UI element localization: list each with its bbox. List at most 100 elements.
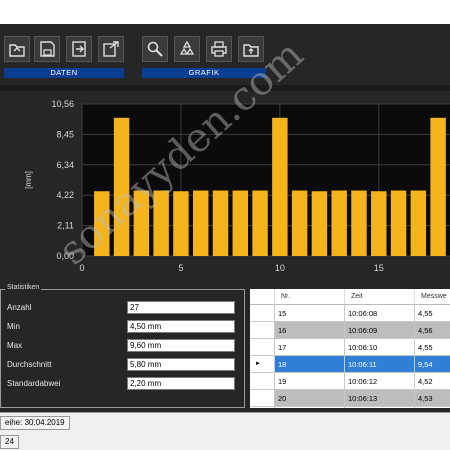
chart-panel: 0,00 2,11 4,22 6,34 8,45 10,56 0 5 10 15 [mm] [0,91,450,286]
save-icon [40,41,55,57]
cell-messwert: 4,52 [415,373,450,390]
y-tick-label: 10,56 [51,99,74,109]
stat-value-durchschnitt[interactable]: 5,80 mm [127,358,235,371]
cell-nr: 20 [275,390,345,407]
export-button[interactable] [66,36,92,62]
stat-value-anzahl[interactable]: 27 [127,301,235,314]
stat-label-anzahl: Anzahl [7,303,32,312]
bar [351,190,367,256]
stat-label-standardabweichung: Standardabwei [7,379,61,388]
bar [291,190,308,256]
stat-value-standardabweichung[interactable]: 2,20 mm [127,377,235,390]
x-tick-label: 0 [79,263,84,273]
print-button[interactable] [206,36,232,62]
measurement-chart: 0,00 2,11 4,22 6,34 8,45 10,56 0 5 10 15 [mm] [24,99,450,273]
open-file-icon [243,44,259,57]
zoom-icon [147,41,163,57]
table-row[interactable]: 19 10:06:12 4,52 [250,373,450,390]
bar [133,190,150,256]
cell-nr: 17 [275,339,345,356]
table-row[interactable]: 15 10:06:08 4,55 [250,305,450,322]
bar [331,190,347,256]
table-row[interactable]: 17 10:06:10 4,55 [250,339,450,356]
bar [371,191,387,256]
cell-nr: 16 [275,322,345,339]
x-tick-label: 15 [374,263,384,273]
y-tick-label: 0,00 [56,251,74,261]
printer-icon [211,41,227,57]
bottom-panel: Statistiken Anzahl 27 Min 4,50 mm Max 9,… [0,284,450,412]
statistics-group: Statistiken Anzahl 27 Min 4,50 mm Max 9,… [0,284,245,408]
y-tick-label: 6,34 [56,160,74,170]
row-indicator [250,339,275,356]
bar [390,190,407,256]
title-bar [0,0,450,25]
stat-label-durchschnitt: Durchschnitt [7,360,52,369]
table-row[interactable]: 16 10:06:09 4,56 [250,322,450,339]
cell-zeit: 10:06:09 [345,322,415,339]
cell-zeit: 10:06:11 [345,356,415,373]
stat-value-max[interactable]: 9,60 mm [127,339,235,352]
measurement-table[interactable]: Nr. Zeit Messwe 15 10:06:08 4,55 16 10:06:09… [250,289,450,408]
recycle-button[interactable] [174,36,200,62]
y-tick-label: 8,45 [56,129,74,139]
bar [252,190,268,256]
cell-nr: 15 [275,305,345,322]
row-indicator: ► [250,356,275,373]
cell-zeit: 10:06:13 [345,390,415,407]
group-label-daten: DATEN [4,68,124,78]
cell-messwert: 4,55 [415,339,450,356]
cell-nr: 19 [275,373,345,390]
toolbar: DATEN GRAFIK [0,25,450,85]
bar [232,190,248,256]
open-file-button[interactable] [238,36,264,62]
row-indicator [250,390,275,407]
group-label-grafik: GRAFIK [142,68,266,78]
bar [94,191,110,256]
row-indicator [250,322,275,339]
cell-nr: 21 [275,407,345,408]
table-row[interactable]: 2110:06:144,54 [250,407,450,408]
cell-messwert: 4,53 [415,390,450,407]
status-date: eihe: 30.04.2019 [0,416,70,430]
save-button[interactable] [34,36,60,62]
table-row[interactable]: 20 10:06:13 4,53 [250,390,450,407]
cell-messwert: 9,54 [415,356,450,373]
row-indicator [250,407,275,408]
cell-messwert: 4,56 [415,322,450,339]
zoom-button[interactable] [142,36,168,62]
y-axis-label: [mm] [24,171,33,189]
x-tick-label: 10 [275,263,285,273]
bar [272,117,288,257]
table-row[interactable]: ► 18 10:06:11 9,54 [250,356,450,373]
cell-zeit: 10:06:12 [345,373,415,390]
bar [113,117,130,257]
row-indicator [250,305,275,322]
statistics-legend: Statistiken [5,284,42,291]
export-file-button[interactable] [98,36,124,62]
cell-nr: 18 [275,356,345,373]
folder-open-button[interactable] [4,36,30,62]
column-header-nr[interactable]: Nr. [275,289,345,305]
bar [410,190,427,256]
y-tick-label: 4,22 [56,190,74,200]
stat-label-min: Min [7,322,20,331]
bar [153,190,169,256]
stat-value-min[interactable]: 4,50 mm [127,320,235,333]
table-row-header-corner [250,289,275,305]
x-tick-label: 5 [178,263,183,273]
stat-label-max: Max [7,341,23,350]
app-window: DATEN GRAFIK 0,00 2,11 4,22 6,34 8,45 10,56 0 5… [0,0,450,450]
bar [212,190,229,256]
folder-open-icon [9,44,25,57]
export-file-icon [103,41,119,57]
row-indicator [250,373,275,390]
bar [192,190,209,256]
bar [311,191,328,256]
cell-zeit: 10:06:14 [345,407,415,408]
column-header-messwert[interactable]: Messwe [415,289,450,305]
column-header-zeit[interactable]: Zeit [345,289,415,305]
recycle-icon [179,40,195,55]
cell-messwert: 4,55 [415,305,450,322]
cell-zeit: 10:06:08 [345,305,415,322]
